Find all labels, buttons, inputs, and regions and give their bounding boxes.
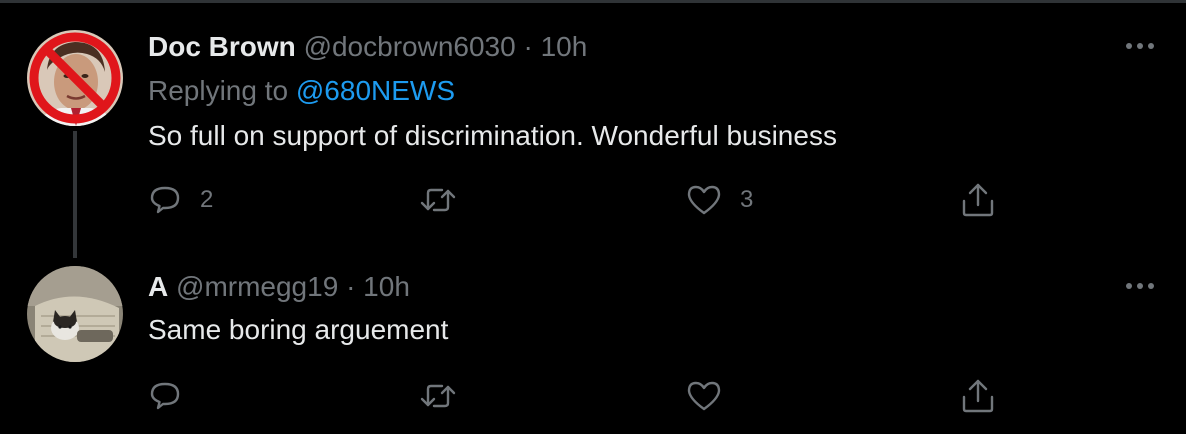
replying-to-label: Replying to [148, 75, 289, 106]
avatar[interactable] [27, 30, 123, 126]
like-button[interactable]: 3 [686, 178, 753, 222]
like-button[interactable] [686, 374, 740, 418]
retweet-button[interactable] [418, 374, 458, 418]
reply-icon [150, 382, 180, 410]
reply-icon [150, 186, 180, 214]
separator-dot: · [523, 31, 533, 62]
more-options-button[interactable] [1112, 268, 1168, 304]
display-name[interactable]: A [148, 271, 168, 302]
more-options-button[interactable] [1112, 28, 1168, 64]
more-dots-icon [1126, 283, 1154, 289]
tweet-header: A @mrmegg19 · 10h [148, 270, 410, 304]
tweet-actions: 2 3 [0, 178, 1186, 222]
prohibited-avatar-icon [27, 30, 123, 126]
share-button[interactable] [958, 374, 998, 418]
more-dots-icon [1126, 43, 1154, 49]
heart-icon [687, 185, 721, 215]
reply-button[interactable]: 2 [148, 178, 213, 222]
user-handle[interactable]: @mrmegg19 [176, 271, 338, 302]
heart-icon [687, 381, 721, 411]
cat-photo-icon [27, 266, 123, 362]
user-handle[interactable]: @docbrown6030 [304, 31, 516, 62]
timestamp[interactable]: 10h [363, 271, 410, 302]
display-name[interactable]: Doc Brown [148, 31, 296, 62]
reply-button[interactable] [148, 374, 200, 418]
share-button[interactable] [958, 178, 998, 222]
retweet-icon [420, 384, 456, 408]
share-icon [962, 183, 994, 217]
tweet[interactable]: Doc Brown @docbrown6030 · 10h Replying t… [0, 0, 1186, 258]
timestamp[interactable]: 10h [541, 31, 588, 62]
replying-to: Replying to @680NEWS [148, 74, 455, 108]
tweet-actions [0, 374, 1186, 418]
reply-count: 2 [200, 186, 214, 213]
retweet-icon [420, 188, 456, 212]
tweet-text: So full on support of discrimination. Wo… [148, 120, 837, 151]
tweet[interactable]: A @mrmegg19 · 10h Same boring arguement [0, 246, 1186, 434]
share-icon [962, 379, 994, 413]
separator-dot: · [346, 271, 356, 302]
mention-link[interactable]: @680NEWS [296, 75, 455, 106]
avatar[interactable] [27, 266, 123, 362]
tweet-text: Same boring arguement [148, 314, 449, 345]
like-count: 3 [740, 186, 754, 213]
tweet-header: Doc Brown @docbrown6030 · 10h [148, 30, 587, 64]
retweet-button[interactable] [418, 178, 458, 222]
